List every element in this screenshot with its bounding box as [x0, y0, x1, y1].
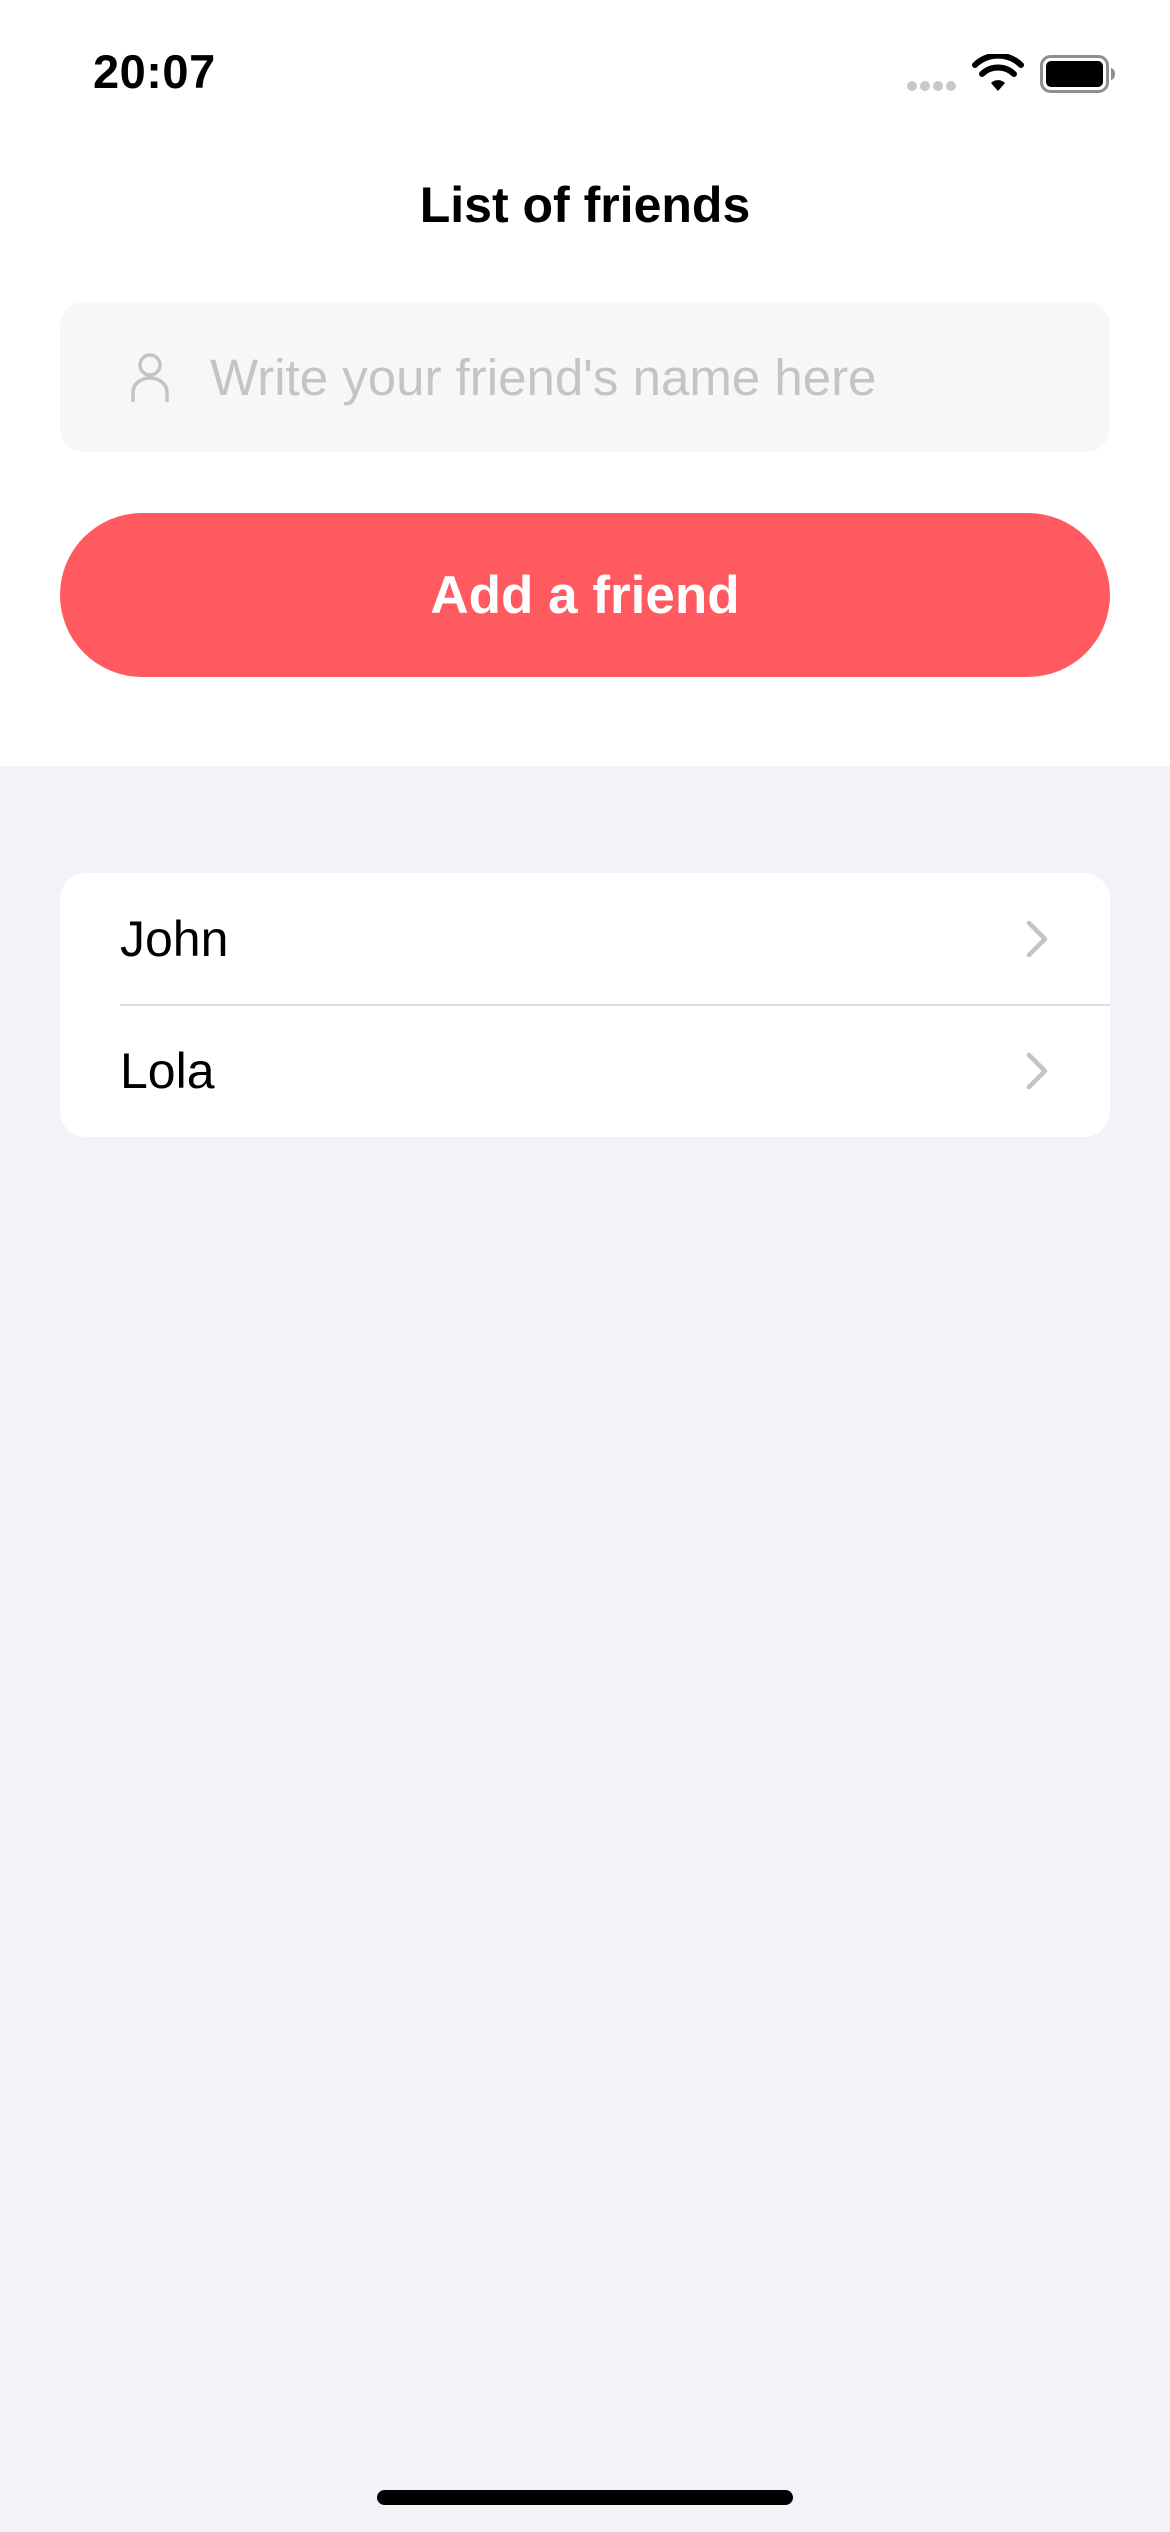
- list-item-john[interactable]: John: [60, 873, 1110, 1005]
- add-friend-button[interactable]: Add a friend: [60, 513, 1110, 677]
- battery-icon: [1040, 55, 1115, 93]
- status-bar: 20:07: [0, 0, 1170, 140]
- person-icon: [131, 353, 169, 402]
- chevron-right-icon: [1026, 920, 1048, 958]
- header-area: 20:07 List of friends Add a friend: [0, 0, 1170, 766]
- list-item-lola[interactable]: Lola: [60, 1005, 1110, 1137]
- chevron-right-icon: [1026, 1052, 1048, 1090]
- friend-name-input[interactable]: [210, 302, 1080, 452]
- list-item-label: Lola: [120, 1043, 215, 1099]
- signal-icon: [907, 81, 956, 91]
- status-time: 20:07: [93, 45, 216, 98]
- home-indicator: [377, 2490, 793, 2505]
- page-title: List of friends: [419, 177, 751, 233]
- wifi-icon: [972, 54, 1024, 91]
- list-item-label: John: [120, 911, 229, 967]
- name-input-container[interactable]: [60, 302, 1110, 452]
- friends-list: John Lola: [60, 873, 1110, 1137]
